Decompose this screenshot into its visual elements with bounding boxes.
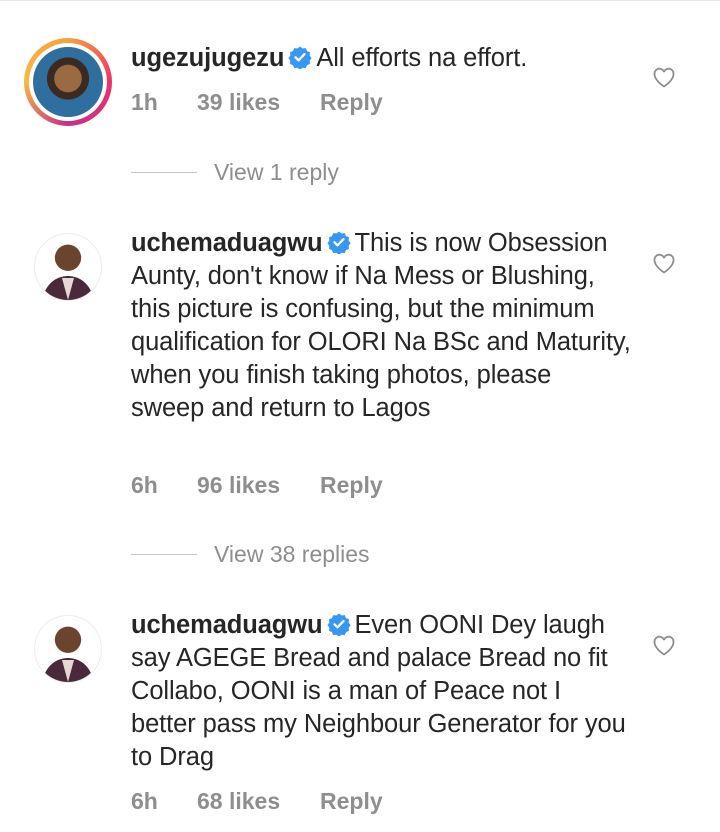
verified-badge-icon <box>288 46 312 69</box>
comment-time: 1h <box>131 89 158 115</box>
username-link[interactable]: ugezujugezu <box>131 44 284 72</box>
view-replies-label[interactable]: View 38 replies <box>214 541 370 568</box>
like-count[interactable]: 96 likes <box>197 472 280 499</box>
view-replies-label[interactable]: View 1 reply <box>214 159 339 186</box>
reply-button[interactable]: Reply <box>320 472 383 499</box>
comment-text: This is now Obsession Aunty, don't know … <box>131 229 631 422</box>
like-count[interactable]: 39 likes <box>197 89 280 116</box>
verified-badge-icon <box>326 613 351 636</box>
view-replies-line <box>131 554 197 555</box>
verified-badge-icon <box>326 231 351 254</box>
comment-time: 6h <box>131 472 158 498</box>
like-count[interactable]: 68 likes <box>197 788 280 815</box>
view-replies-line <box>131 172 197 173</box>
comment-body: uchemaduagwu This is now Obsession Aunty,… <box>131 227 631 425</box>
comment-time: 6h <box>131 788 158 814</box>
reply-button[interactable]: Reply <box>320 788 383 815</box>
comment-text: All efforts na effort. <box>316 44 528 72</box>
username-link[interactable]: uchemaduagwu <box>131 229 323 257</box>
heart-outline-icon[interactable] <box>652 634 676 656</box>
comment-body: uchemaduagwu Even OONI Dey laugh say AGEG… <box>131 609 631 774</box>
avatar-uchemaduagwu[interactable] <box>34 615 102 683</box>
username-link[interactable]: uchemaduagwu <box>131 611 323 639</box>
top-divider <box>0 0 720 1</box>
avatar-ugezujugezu[interactable] <box>24 38 112 126</box>
heart-outline-icon[interactable] <box>652 252 676 274</box>
avatar-uchemaduagwu[interactable] <box>34 233 102 301</box>
heart-outline-icon[interactable] <box>652 66 676 88</box>
comment-body: ugezujugezu All efforts na effort. <box>131 42 631 75</box>
reply-button[interactable]: Reply <box>320 89 383 116</box>
